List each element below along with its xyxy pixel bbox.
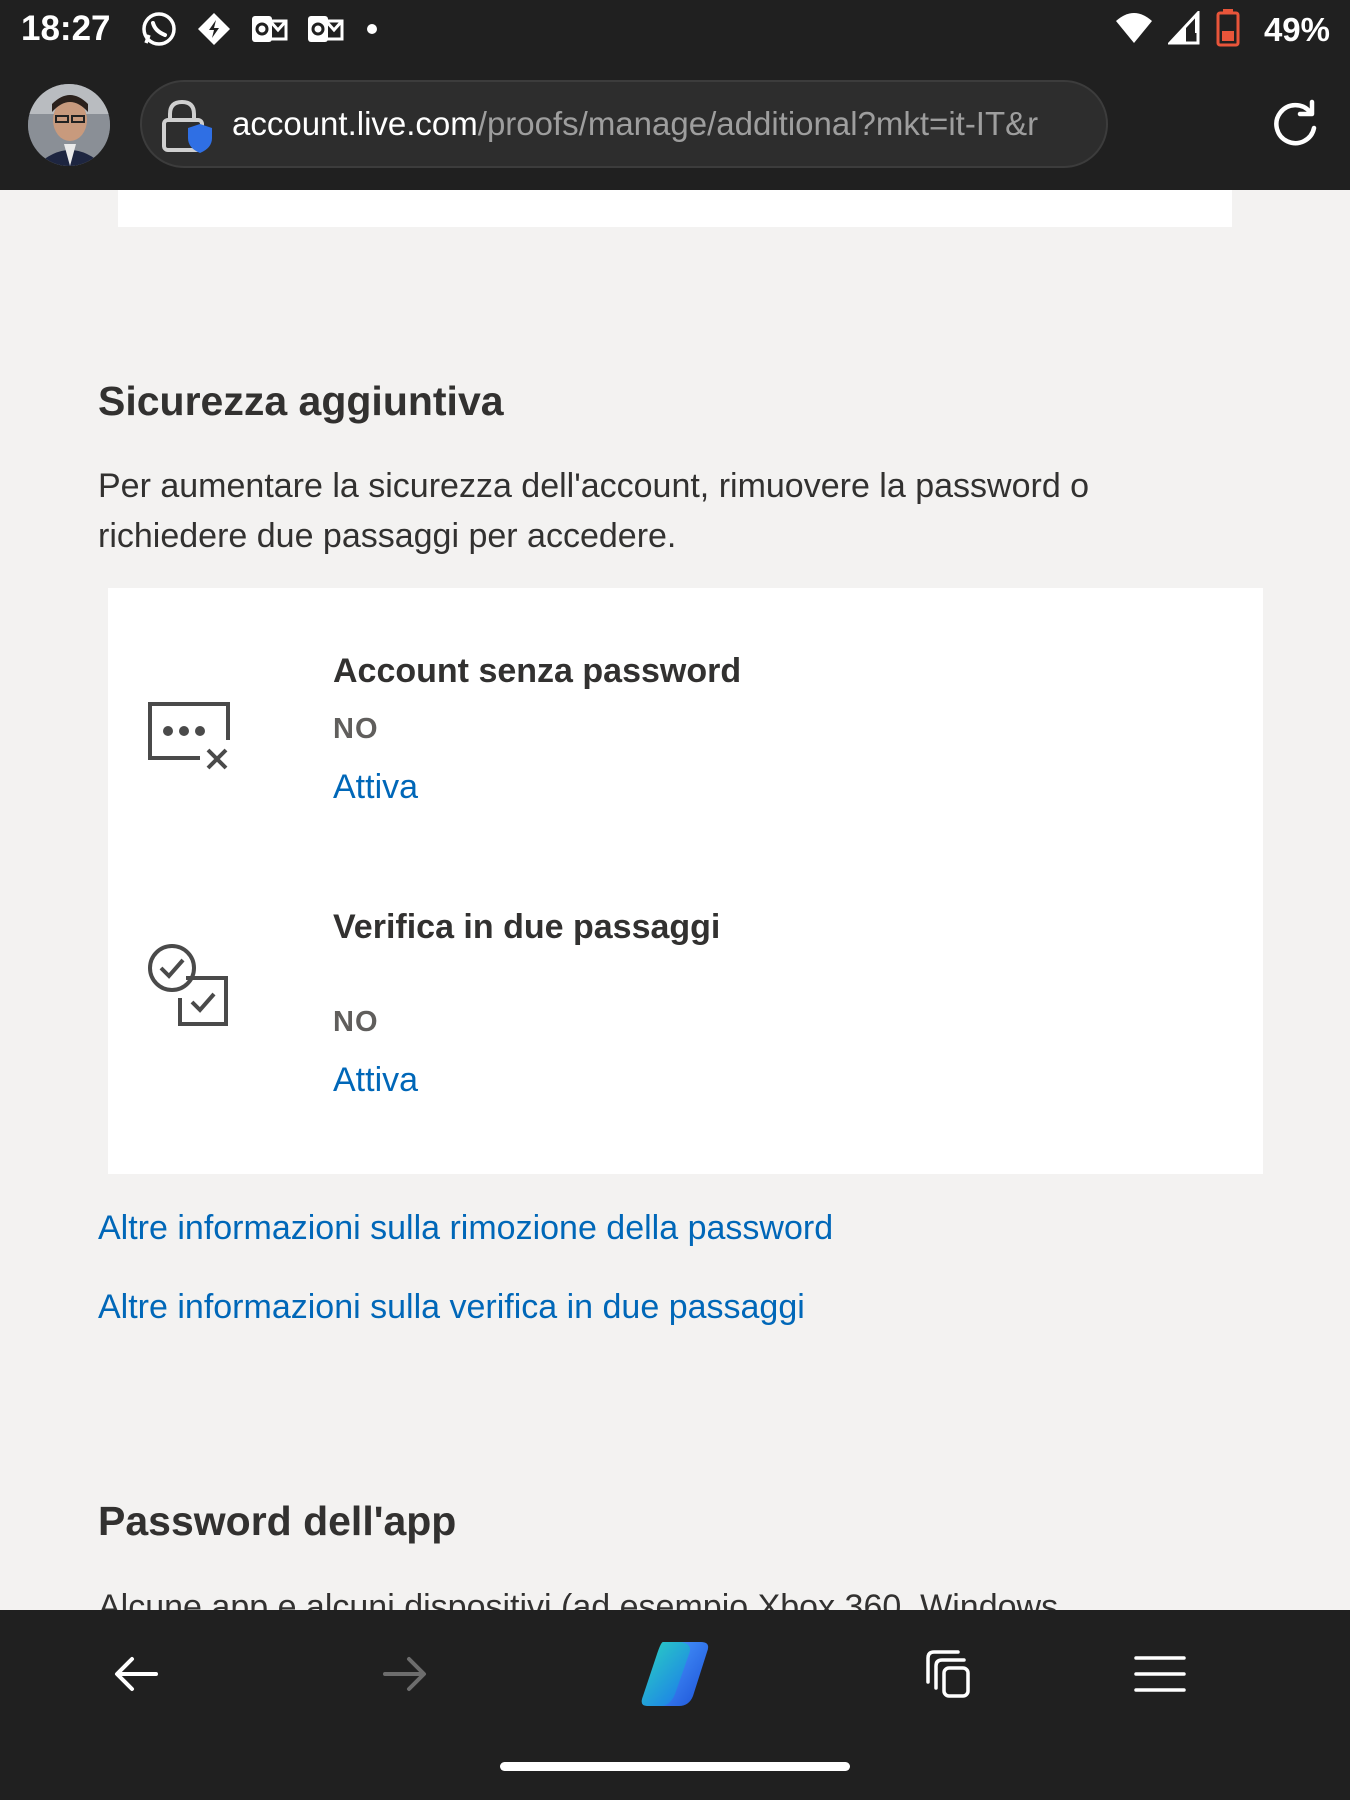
- security-section-title: Sicurezza aggiuntiva: [98, 378, 504, 424]
- two-step-verification-status: NO: [333, 1006, 379, 1038]
- previous-section-card: [118, 190, 1232, 227]
- browser-bottom-bar: [0, 1610, 1350, 1740]
- signal-icon: [1166, 8, 1202, 50]
- forward-icon: [383, 1656, 427, 1697]
- browser-toolbar: account.live.com/proofs/manage/additiona…: [0, 62, 1350, 190]
- page-content: Sicurezza aggiuntiva Per aumentare la si…: [0, 190, 1350, 1610]
- more-dot-icon: [362, 19, 382, 44]
- copilot-icon: [635, 1638, 715, 1715]
- site-lock-shield-icon[interactable]: [160, 98, 214, 159]
- security-options-card: Account senza password NO Attiva Verific…: [108, 588, 1263, 1174]
- security-section-description: Per aumentare la sicurezza dell'account,…: [98, 467, 1090, 555]
- passwordless-title: Account senza password: [333, 652, 742, 690]
- info-link-password-removal[interactable]: Altre informazioni sulla rimozione della…: [98, 1209, 833, 1248]
- menu-icon: [1133, 1654, 1187, 1699]
- two-step-verification-title: Verifica in due passaggi: [333, 908, 721, 946]
- tabs-icon: [920, 1648, 972, 1705]
- passwordless-activate-link[interactable]: Attiva: [333, 768, 418, 807]
- outlook-icon: [306, 12, 344, 51]
- outlook-icon: [250, 12, 288, 51]
- address-bar[interactable]: account.live.com/proofs/manage/additiona…: [140, 80, 1108, 168]
- two-step-verification-activate-link[interactable]: Attiva: [333, 1061, 418, 1100]
- whatsapp-icon: [140, 10, 178, 53]
- notification-icons: [140, 10, 382, 53]
- system-icons: 49%: [1114, 8, 1330, 52]
- url-text[interactable]: account.live.com/proofs/manage/additiona…: [232, 102, 1092, 146]
- two-step-verification-option: Verifica in due passaggi NO Attiva: [108, 882, 1263, 1142]
- profile-avatar[interactable]: [28, 84, 110, 166]
- passwordless-icon: [146, 698, 232, 779]
- back-button[interactable]: [100, 1640, 172, 1712]
- url-host: account.live.com: [232, 105, 478, 142]
- wifi-icon: [1114, 11, 1154, 50]
- battery-low-icon: [1216, 8, 1240, 52]
- status-bar: 18:27 49%: [0, 0, 1350, 62]
- home-gesture-handle[interactable]: [500, 1762, 850, 1771]
- copilot-button[interactable]: [630, 1634, 720, 1718]
- info-link-two-step-verification[interactable]: Altre informazioni sulla verifica in due…: [98, 1288, 805, 1327]
- battery-percent: 49%: [1263, 11, 1330, 48]
- messenger-icon: [196, 11, 232, 52]
- forward-button[interactable]: [369, 1640, 441, 1712]
- system-navigation-bar: [0, 1740, 1350, 1800]
- two-step-verification-icon: [146, 942, 232, 1033]
- passwordless-status: NO: [333, 713, 379, 745]
- tabs-button[interactable]: [910, 1640, 982, 1712]
- reload-icon[interactable]: [1270, 98, 1320, 153]
- passwordless-option: Account senza password NO Attiva: [108, 588, 1263, 848]
- back-icon: [114, 1656, 158, 1697]
- app-passwords-description: Alcune app e alcuni dispositivi (ad esem…: [98, 1588, 1059, 1610]
- url-path: /proofs/manage/additional?mkt=it-IT&r: [477, 105, 1039, 142]
- status-time: 18:27: [21, 9, 111, 48]
- menu-button[interactable]: [1124, 1640, 1196, 1712]
- app-passwords-section-title: Password dell'app: [98, 1498, 457, 1544]
